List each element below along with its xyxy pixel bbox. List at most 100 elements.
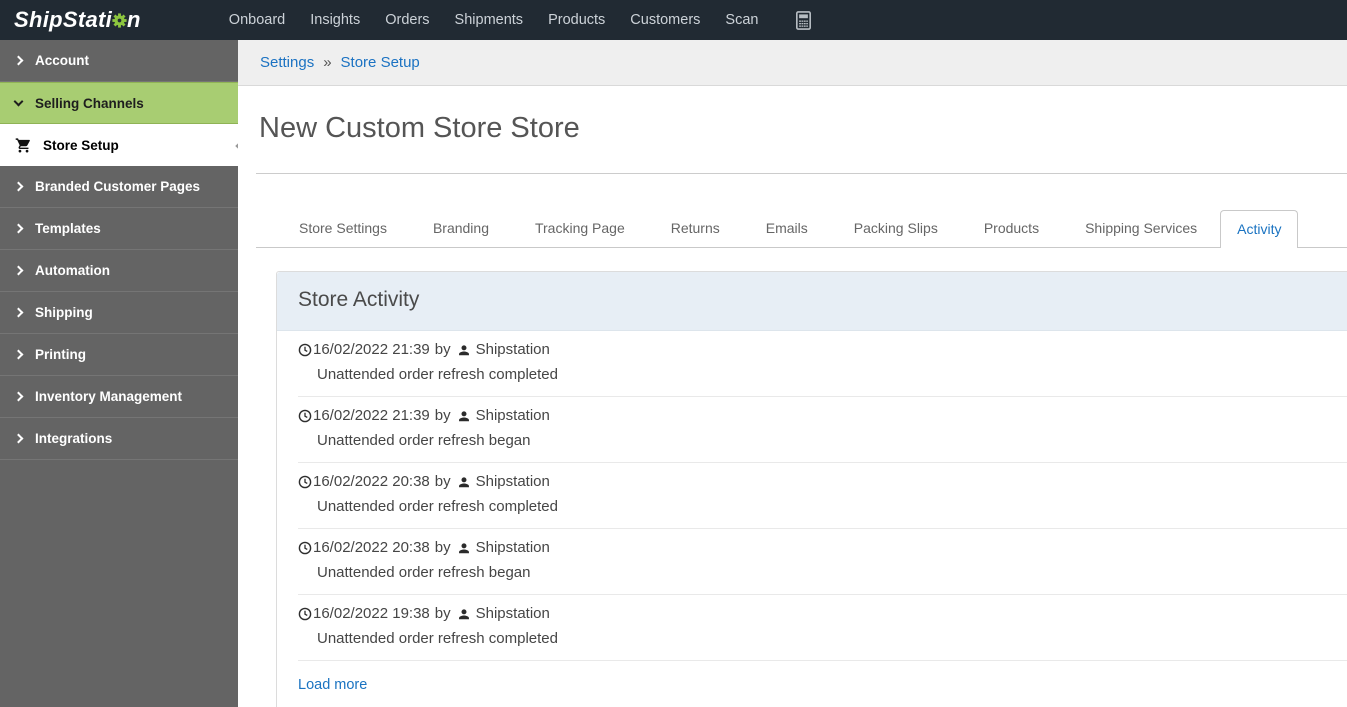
chevron-down-icon	[14, 97, 24, 107]
main-content: Settings » Store Setup New Custom Store …	[238, 40, 1347, 707]
activity-entry: 16/02/2022 21:39 by Shipstation Unattend…	[298, 397, 1347, 463]
sidebar-item-label: Account	[35, 53, 89, 68]
user-icon	[457, 409, 471, 423]
clock-icon	[298, 343, 312, 357]
sidebar-item-templates[interactable]: Templates	[0, 208, 238, 250]
cart-icon	[15, 137, 32, 154]
activity-user: Shipstation	[476, 539, 550, 556]
tab-packing-slips[interactable]: Packing Slips	[831, 210, 961, 247]
activity-entry: 16/02/2022 20:38 by Shipstation Unattend…	[298, 463, 1347, 529]
clock-icon	[298, 409, 312, 423]
sidebar-item-branded-customer-pages[interactable]: Branded Customer Pages	[0, 166, 238, 208]
nav-item-scan[interactable]: Scan	[725, 12, 758, 28]
clock-icon	[298, 475, 312, 489]
activity-timestamp: 16/02/2022 21:39	[313, 407, 430, 424]
activity-entry: 16/02/2022 20:38 by Shipstation Unattend…	[298, 529, 1347, 595]
sidebar-item-shipping[interactable]: Shipping	[0, 292, 238, 334]
activity-message: Unattended order refresh completed	[317, 366, 1347, 383]
user-icon	[457, 475, 471, 489]
sidebar-item-label: Automation	[35, 263, 110, 278]
page-title: New Custom Store Store	[259, 112, 1347, 145]
activity-message: Unattended order refresh began	[317, 432, 1347, 449]
chevron-right-icon	[14, 434, 24, 444]
activity-by-label: by	[435, 605, 451, 622]
sidebar-item-account[interactable]: Account	[0, 40, 238, 82]
sidebar-item-label: Store Setup	[43, 138, 119, 153]
user-icon	[457, 541, 471, 555]
sidebar-item-printing[interactable]: Printing	[0, 334, 238, 376]
activity-message: Unattended order refresh began	[317, 564, 1347, 581]
breadcrumb-link-settings[interactable]: Settings	[260, 54, 314, 71]
sidebar-item-integrations[interactable]: Integrations	[0, 418, 238, 460]
activity-timestamp: 16/02/2022 20:38	[313, 473, 430, 490]
breadcrumb-link-store-setup[interactable]: Store Setup	[341, 54, 420, 71]
gear-logo-icon	[111, 12, 128, 29]
activity-user: Shipstation	[476, 605, 550, 622]
activity-timestamp: 16/02/2022 21:39	[313, 341, 430, 358]
chevron-right-icon	[14, 392, 24, 402]
calculator-icon[interactable]	[793, 10, 814, 31]
activity-user: Shipstation	[476, 341, 550, 358]
shipstation-logo[interactable]: ShipStati n	[14, 7, 141, 33]
chevron-right-icon	[14, 350, 24, 360]
tab-returns[interactable]: Returns	[648, 210, 743, 247]
sidebar-item-label: Branded Customer Pages	[35, 179, 200, 194]
nav-item-products[interactable]: Products	[548, 12, 605, 28]
nav-item-orders[interactable]: Orders	[385, 12, 429, 28]
nav-item-customers[interactable]: Customers	[630, 12, 700, 28]
chevron-right-icon	[14, 224, 24, 234]
panel-title: Store Activity	[277, 272, 1347, 331]
top-navbar: ShipStati n Onboard Insights Orders Shipm…	[0, 0, 1347, 40]
tab-store-settings[interactable]: Store Settings	[276, 210, 410, 247]
activity-by-label: by	[435, 341, 451, 358]
activity-by-label: by	[435, 407, 451, 424]
user-icon	[457, 607, 471, 621]
activity-entry: 16/02/2022 21:39 by Shipstation Unattend…	[298, 331, 1347, 397]
activity-entry: 16/02/2022 19:38 by Shipstation Unattend…	[298, 595, 1347, 661]
main-menu: Onboard Insights Orders Shipments Produc…	[229, 10, 815, 31]
chevron-right-icon	[14, 56, 24, 66]
sidebar-item-store-setup[interactable]: Store Setup	[0, 124, 238, 166]
sidebar-item-label: Templates	[35, 221, 101, 236]
activity-user: Shipstation	[476, 407, 550, 424]
nav-item-insights[interactable]: Insights	[310, 12, 360, 28]
sidebar-item-selling-channels[interactable]: Selling Channels	[0, 82, 238, 124]
sidebar-item-label: Inventory Management	[35, 389, 182, 404]
activity-by-label: by	[435, 539, 451, 556]
store-tabs: Store Settings Branding Tracking Page Re…	[256, 210, 1347, 248]
clock-icon	[298, 541, 312, 555]
clock-icon	[298, 607, 312, 621]
activity-message: Unattended order refresh completed	[317, 630, 1347, 647]
tab-products[interactable]: Products	[961, 210, 1062, 247]
breadcrumb-separator: »	[323, 54, 331, 71]
nav-item-shipments[interactable]: Shipments	[455, 12, 524, 28]
chevron-right-icon	[14, 308, 24, 318]
sidebar-item-label: Selling Channels	[35, 96, 144, 111]
tab-tracking-page[interactable]: Tracking Page	[512, 210, 648, 247]
activity-message: Unattended order refresh completed	[317, 498, 1347, 515]
chevron-right-icon	[14, 266, 24, 276]
tab-emails[interactable]: Emails	[743, 210, 831, 247]
user-icon	[457, 343, 471, 357]
load-more-link[interactable]: Load more	[298, 677, 367, 693]
activity-user: Shipstation	[476, 473, 550, 490]
page-header: New Custom Store Store	[256, 86, 1347, 174]
sidebar-item-automation[interactable]: Automation	[0, 250, 238, 292]
activity-timestamp: 16/02/2022 19:38	[313, 605, 430, 622]
activity-timestamp: 16/02/2022 20:38	[313, 539, 430, 556]
breadcrumb: Settings » Store Setup	[238, 40, 1347, 86]
sidebar-item-label: Printing	[35, 347, 86, 362]
logo-text-prefix: ShipStati	[14, 7, 112, 32]
tab-activity[interactable]: Activity	[1220, 210, 1298, 248]
store-activity-panel: Store Activity 16/02/2022 21:39 by Ships…	[276, 271, 1347, 707]
logo-text-suffix: n	[127, 7, 141, 32]
load-more-row: Load more	[298, 661, 1347, 707]
settings-sidebar: Account Selling Channels Store Setup Bra…	[0, 40, 238, 707]
sidebar-item-label: Integrations	[35, 431, 112, 446]
nav-item-onboard[interactable]: Onboard	[229, 12, 285, 28]
chevron-right-icon	[14, 182, 24, 192]
activity-list: 16/02/2022 21:39 by Shipstation Unattend…	[277, 331, 1347, 707]
sidebar-item-inventory-management[interactable]: Inventory Management	[0, 376, 238, 418]
tab-shipping-services[interactable]: Shipping Services	[1062, 210, 1220, 247]
tab-branding[interactable]: Branding	[410, 210, 512, 247]
